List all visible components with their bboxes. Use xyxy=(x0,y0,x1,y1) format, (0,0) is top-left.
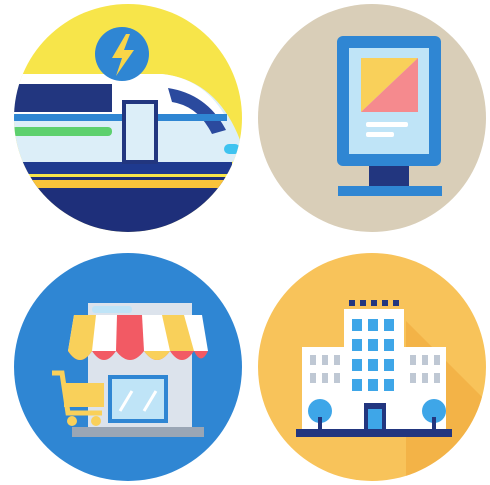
shop-icon xyxy=(12,251,244,483)
icon-grid xyxy=(0,0,490,485)
billboard-icon xyxy=(256,2,488,234)
office-building-icon xyxy=(256,251,488,483)
electric-train-icon xyxy=(12,2,244,234)
